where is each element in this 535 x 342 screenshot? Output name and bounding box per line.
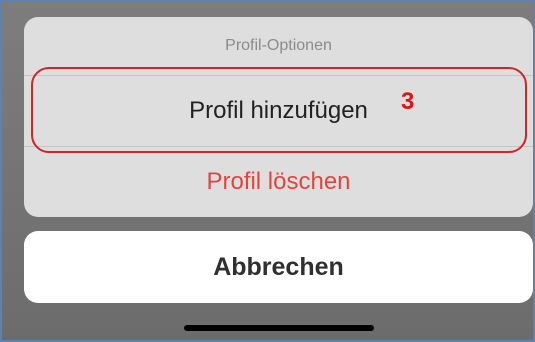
screenshot-frame: Profil-Optionen Profil hinzufügen Profil… xyxy=(0,0,535,342)
cancel-button[interactable]: Abbrechen xyxy=(24,231,533,303)
delete-profile-button[interactable]: Profil löschen xyxy=(24,147,533,217)
action-sheet-title: Profil-Optionen xyxy=(24,17,533,76)
add-profile-button[interactable]: Profil hinzufügen xyxy=(24,76,533,147)
step-number-label: 3 xyxy=(401,88,415,115)
action-sheet: Profil-Optionen Profil hinzufügen Profil… xyxy=(24,17,533,217)
home-indicator xyxy=(184,325,374,331)
